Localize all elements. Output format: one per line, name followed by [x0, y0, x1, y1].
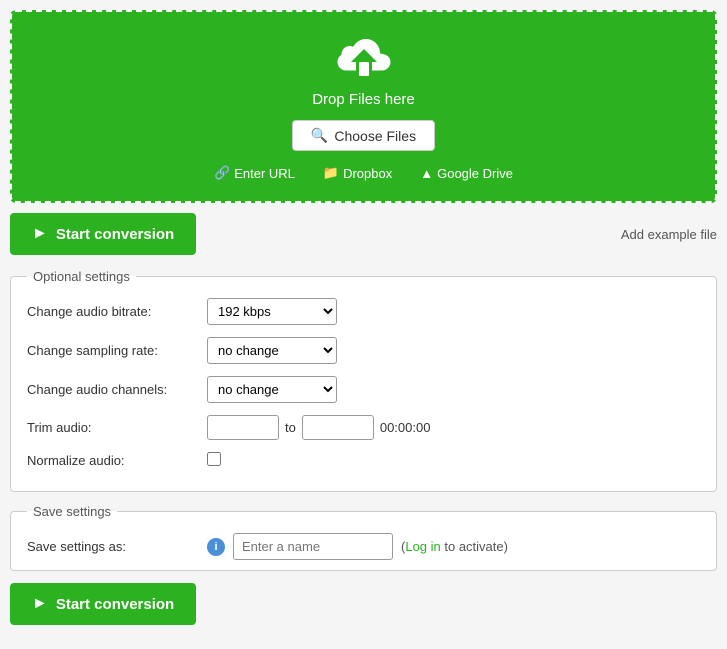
- trim-row: Trim audio: to 00:00:00: [27, 415, 700, 440]
- normalize-checkbox[interactable]: [207, 452, 221, 466]
- save-controls: i (Log in to activate): [207, 533, 508, 560]
- sampling-row: Change sampling rate: no change 8000 Hz …: [27, 337, 700, 364]
- optional-settings-legend: Optional settings: [27, 269, 136, 284]
- drop-links: 🔗 Enter URL 📁 Dropbox ▲ Google Drive: [28, 165, 699, 181]
- google-drive-link[interactable]: ▲ Google Drive: [420, 165, 513, 181]
- trim-time-text: 00:00:00: [380, 420, 431, 435]
- save-name-input[interactable]: [233, 533, 393, 560]
- start-conversion-button-bottom[interactable]: ► Start conversion: [10, 583, 196, 625]
- sampling-select[interactable]: no change 8000 Hz 11025 Hz 22050 Hz 4410…: [207, 337, 337, 364]
- save-settings-legend: Save settings: [27, 504, 117, 519]
- sampling-control: no change 8000 Hz 11025 Hz 22050 Hz 4410…: [207, 337, 337, 364]
- choose-files-button[interactable]: 🔍 Choose Files: [292, 120, 435, 151]
- channels-control: no change mono stereo: [207, 376, 337, 403]
- trim-from-input[interactable]: [207, 415, 279, 440]
- link-icon: 🔗: [214, 165, 230, 181]
- chevron-icon-top: ►: [32, 225, 48, 243]
- dropbox-link[interactable]: 📁 Dropbox: [323, 165, 392, 181]
- trim-to-text: to: [285, 420, 296, 435]
- bitrate-label: Change audio bitrate:: [27, 304, 207, 319]
- drop-text: Drop Files here: [28, 91, 699, 108]
- login-link[interactable]: Log in: [405, 539, 440, 554]
- save-settings-row: Save settings as: i (Log in to activate): [27, 533, 700, 560]
- trim-control: to 00:00:00: [207, 415, 430, 440]
- optional-settings-fieldset: Optional settings Change audio bitrate: …: [10, 269, 717, 492]
- channels-row: Change audio channels: no change mono st…: [27, 376, 700, 403]
- start-conversion-label-bottom: Start conversion: [56, 596, 174, 613]
- upload-icon: [337, 36, 391, 83]
- channels-select[interactable]: no change mono stereo: [207, 376, 337, 403]
- info-icon[interactable]: i: [207, 538, 225, 556]
- bitrate-select[interactable]: 192 kbps 128 kbps 256 kbps 320 kbps 96 k…: [207, 298, 337, 325]
- trim-to-input[interactable]: [302, 415, 374, 440]
- add-example-file-link[interactable]: Add example file: [621, 227, 717, 242]
- enter-url-link[interactable]: 🔗 Enter URL: [214, 165, 295, 181]
- magnify-icon: 🔍: [311, 127, 328, 144]
- sampling-label: Change sampling rate:: [27, 343, 207, 358]
- login-note: (Log in to activate): [401, 539, 508, 554]
- choose-files-label: Choose Files: [334, 128, 416, 144]
- start-conversion-label-top: Start conversion: [56, 226, 174, 243]
- save-settings-label: Save settings as:: [27, 539, 207, 554]
- start-row-bottom: ► Start conversion: [10, 583, 717, 625]
- normalize-control: [207, 452, 221, 469]
- save-settings-fieldset: Save settings Save settings as: i (Log i…: [10, 504, 717, 571]
- channels-label: Change audio channels:: [27, 382, 207, 397]
- trim-label: Trim audio:: [27, 420, 207, 435]
- google-drive-icon: ▲: [420, 166, 433, 181]
- normalize-row: Normalize audio:: [27, 452, 700, 469]
- bitrate-control: 192 kbps 128 kbps 256 kbps 320 kbps 96 k…: [207, 298, 337, 325]
- chevron-icon-bottom: ►: [32, 595, 48, 613]
- dropbox-icon: 📁: [323, 165, 339, 181]
- start-row-top: ► Start conversion Add example file: [10, 213, 717, 255]
- start-conversion-button-top[interactable]: ► Start conversion: [10, 213, 196, 255]
- bitrate-row: Change audio bitrate: 192 kbps 128 kbps …: [27, 298, 700, 325]
- drop-zone[interactable]: Drop Files here 🔍 Choose Files 🔗 Enter U…: [10, 10, 717, 203]
- normalize-label: Normalize audio:: [27, 453, 207, 468]
